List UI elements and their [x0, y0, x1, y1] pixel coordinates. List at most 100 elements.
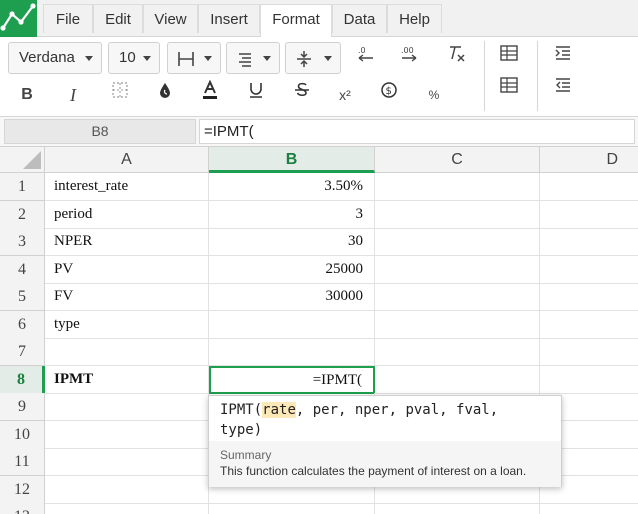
row-header-1[interactable]: 1	[0, 173, 45, 201]
cell-d4[interactable]	[540, 256, 638, 284]
cell-d6[interactable]	[540, 311, 638, 339]
column-header-d[interactable]: D	[540, 147, 638, 173]
cell-c6[interactable]	[375, 311, 540, 339]
cell-c13[interactable]	[375, 503, 540, 514]
row-header-2[interactable]: 2	[0, 201, 45, 229]
bold-icon[interactable]: B	[12, 80, 42, 110]
cell-a6[interactable]: type	[45, 311, 209, 339]
chevron-down-icon	[263, 56, 271, 61]
delete-rows-icon[interactable]	[494, 75, 524, 105]
row-header-3[interactable]: 3	[0, 228, 45, 256]
cell-c3[interactable]	[375, 228, 540, 256]
row-header-8[interactable]: 8	[0, 366, 45, 394]
cell-b5[interactable]: 30000	[209, 283, 375, 311]
menu-help[interactable]: Help	[387, 4, 442, 33]
cell-c2[interactable]	[375, 201, 540, 229]
cell-d7[interactable]	[540, 338, 638, 366]
active-cell-b8[interactable]: =IPMT(	[209, 366, 375, 394]
font-size-select[interactable]: 10	[108, 42, 160, 74]
row-header-10[interactable]: 10	[0, 421, 45, 449]
row-header-5[interactable]: 5	[0, 283, 45, 311]
menu-insert[interactable]: Insert	[198, 4, 260, 33]
toolbar-divider	[537, 41, 538, 111]
column-header-a[interactable]: A	[45, 147, 209, 173]
italic-icon[interactable]: I	[58, 80, 88, 110]
row-header-12[interactable]: 12	[0, 476, 45, 504]
function-hint-popup: IPMT(rate, per, nper, pval, fval, type) S…	[208, 395, 562, 487]
cell-a3[interactable]: NPER	[45, 228, 209, 256]
function-args-rest: , per, nper, pval, fval,	[295, 402, 499, 418]
clear-format-icon[interactable]	[441, 43, 471, 73]
superscript-icon[interactable]: x²	[330, 80, 360, 110]
align-button[interactable]	[226, 42, 280, 74]
cell-d13[interactable]	[540, 503, 638, 514]
text-color-icon[interactable]	[195, 79, 225, 110]
formula-input[interactable]: =IPMT(	[199, 119, 635, 144]
cell-a9[interactable]	[45, 393, 209, 421]
menu-data[interactable]: Data	[332, 4, 387, 33]
svg-text:.0: .0	[358, 46, 366, 55]
cell-b3[interactable]: 30	[209, 228, 375, 256]
menu-bar: File Edit View Insert Format Data Help	[0, 0, 638, 37]
cell-d2[interactable]	[540, 201, 638, 229]
row-header-11[interactable]: 11	[0, 448, 45, 476]
menu-file[interactable]: File	[43, 4, 93, 33]
underline-icon[interactable]	[241, 80, 271, 110]
row-header-4[interactable]: 4	[0, 256, 45, 284]
cell-a13[interactable]	[45, 503, 209, 514]
cell-d1[interactable]	[540, 173, 638, 201]
cell-c4[interactable]	[375, 256, 540, 284]
cell-b13[interactable]	[209, 503, 375, 514]
valign-button[interactable]	[285, 42, 341, 74]
cell-reference-box[interactable]: B8	[4, 119, 196, 144]
chevron-down-icon	[143, 56, 151, 61]
function-description: Summary This function calculates the pay…	[209, 441, 561, 487]
cell-a2[interactable]: period	[45, 201, 209, 229]
summary-title: Summary	[220, 448, 272, 462]
font-family-select[interactable]: Verdana	[8, 42, 102, 74]
decrease-decimal-icon[interactable]: .0	[351, 43, 381, 73]
menu-format[interactable]: Format	[260, 4, 332, 37]
row-header-9[interactable]: 9	[0, 393, 45, 421]
column-header-b[interactable]: B	[209, 147, 375, 173]
currency-icon[interactable]: $	[374, 80, 404, 110]
cell-a8[interactable]: IPMT	[45, 366, 209, 394]
row-header-7[interactable]: 7	[0, 338, 45, 366]
insert-rows-icon[interactable]	[494, 43, 524, 73]
cell-a5[interactable]: FV	[45, 283, 209, 311]
strikethrough-icon[interactable]	[287, 80, 317, 110]
cell-b2[interactable]: 3	[209, 201, 375, 229]
increase-decimal-icon[interactable]: .00	[396, 43, 426, 73]
select-all-corner[interactable]	[0, 147, 45, 173]
cell-a4[interactable]: PV	[45, 256, 209, 284]
cell-b7[interactable]	[209, 338, 375, 366]
row-header-13[interactable]: 13	[0, 503, 45, 514]
percent-icon[interactable]: %	[419, 80, 449, 110]
cell-b4[interactable]: 25000	[209, 256, 375, 284]
cell-b1[interactable]: 3.50%	[209, 173, 375, 201]
cell-c7[interactable]	[375, 338, 540, 366]
column-header-c[interactable]: C	[375, 147, 540, 173]
outdent-icon[interactable]	[548, 75, 578, 105]
cell-d3[interactable]	[540, 228, 638, 256]
cell-d5[interactable]	[540, 283, 638, 311]
cell-a1[interactable]: interest_rate	[45, 173, 209, 201]
cell-d8[interactable]	[540, 366, 638, 394]
cell-c5[interactable]	[375, 283, 540, 311]
cell-a10[interactable]	[45, 421, 209, 449]
cell-a12[interactable]	[45, 476, 209, 504]
cell-a11[interactable]	[45, 448, 209, 476]
cell-b6[interactable]	[209, 311, 375, 339]
fill-color-icon[interactable]	[150, 80, 180, 110]
cell-a7[interactable]	[45, 338, 209, 366]
indent-icon[interactable]	[548, 43, 578, 73]
row-header-6[interactable]: 6	[0, 311, 45, 339]
menu-view[interactable]: View	[143, 4, 198, 33]
merge-cells-icon[interactable]	[105, 80, 135, 110]
borders-button[interactable]	[167, 42, 221, 74]
font-family-value: Verdana	[19, 49, 75, 66]
valign-icon	[295, 49, 313, 79]
menu-edit[interactable]: Edit	[93, 4, 143, 33]
cell-c1[interactable]	[375, 173, 540, 201]
cell-c8[interactable]	[375, 366, 540, 394]
